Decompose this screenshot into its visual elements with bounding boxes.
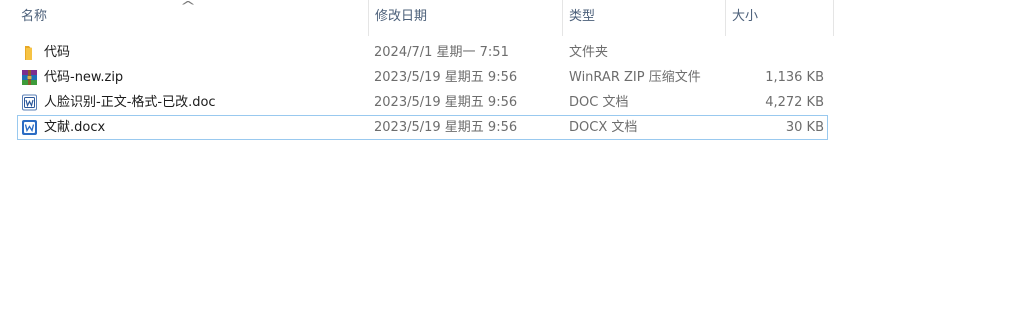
column-header-type[interactable]: 类型 [563, 0, 726, 36]
file-name: 代码 [44, 45, 71, 60]
column-header-name[interactable]: 名称 [15, 0, 369, 36]
column-header-size[interactable]: 大小 [726, 0, 834, 36]
file-date-modified: 2023/5/19 星期五 9:56 [374, 120, 518, 135]
file-row[interactable]: 代码 2024/7/1 星期一 7:51 文件夹 [17, 40, 828, 65]
word-document-icon [22, 120, 37, 135]
file-row-focused[interactable]: 文献.docx 2023/5/19 星期五 9:56 DOCX 文档 30 KB [17, 115, 828, 140]
folder-icon [25, 46, 32, 60]
file-name: 代码-new.zip [44, 70, 124, 85]
column-header-date-modified[interactable]: 修改日期 [369, 0, 563, 36]
file-size: 1,136 KB [765, 70, 824, 85]
file-row[interactable]: 代码-new.zip 2023/5/19 星期五 9:56 WinRAR ZIP… [17, 65, 828, 90]
file-type: WinRAR ZIP 压缩文件 [569, 70, 701, 85]
file-name: 人脸识别-正文-格式-已改.doc [44, 95, 216, 110]
file-size: 30 KB [785, 120, 824, 135]
file-type: 文件夹 [569, 45, 609, 60]
word-document-icon [22, 94, 37, 111]
file-explorer: ^ 名称 修改日期 类型 大小 代码 2024/7/1 星期一 7:51 文件夹 [0, 0, 1024, 311]
file-size: 4,272 KB [765, 95, 824, 110]
file-date-modified: 2023/5/19 星期五 9:56 [374, 70, 518, 85]
winrar-archive-icon [22, 70, 37, 85]
file-date-modified: 2023/5/19 星期五 9:56 [374, 95, 518, 110]
file-date-modified: 2024/7/1 星期一 7:51 [374, 45, 509, 60]
file-type: DOC 文档 [569, 95, 629, 110]
column-header-bar: ^ 名称 修改日期 类型 大小 [0, 0, 834, 36]
file-type: DOCX 文档 [569, 120, 638, 135]
file-row[interactable]: 人脸识别-正文-格式-已改.doc 2023/5/19 星期五 9:56 DOC… [17, 90, 828, 115]
file-name: 文献.docx [44, 120, 106, 135]
